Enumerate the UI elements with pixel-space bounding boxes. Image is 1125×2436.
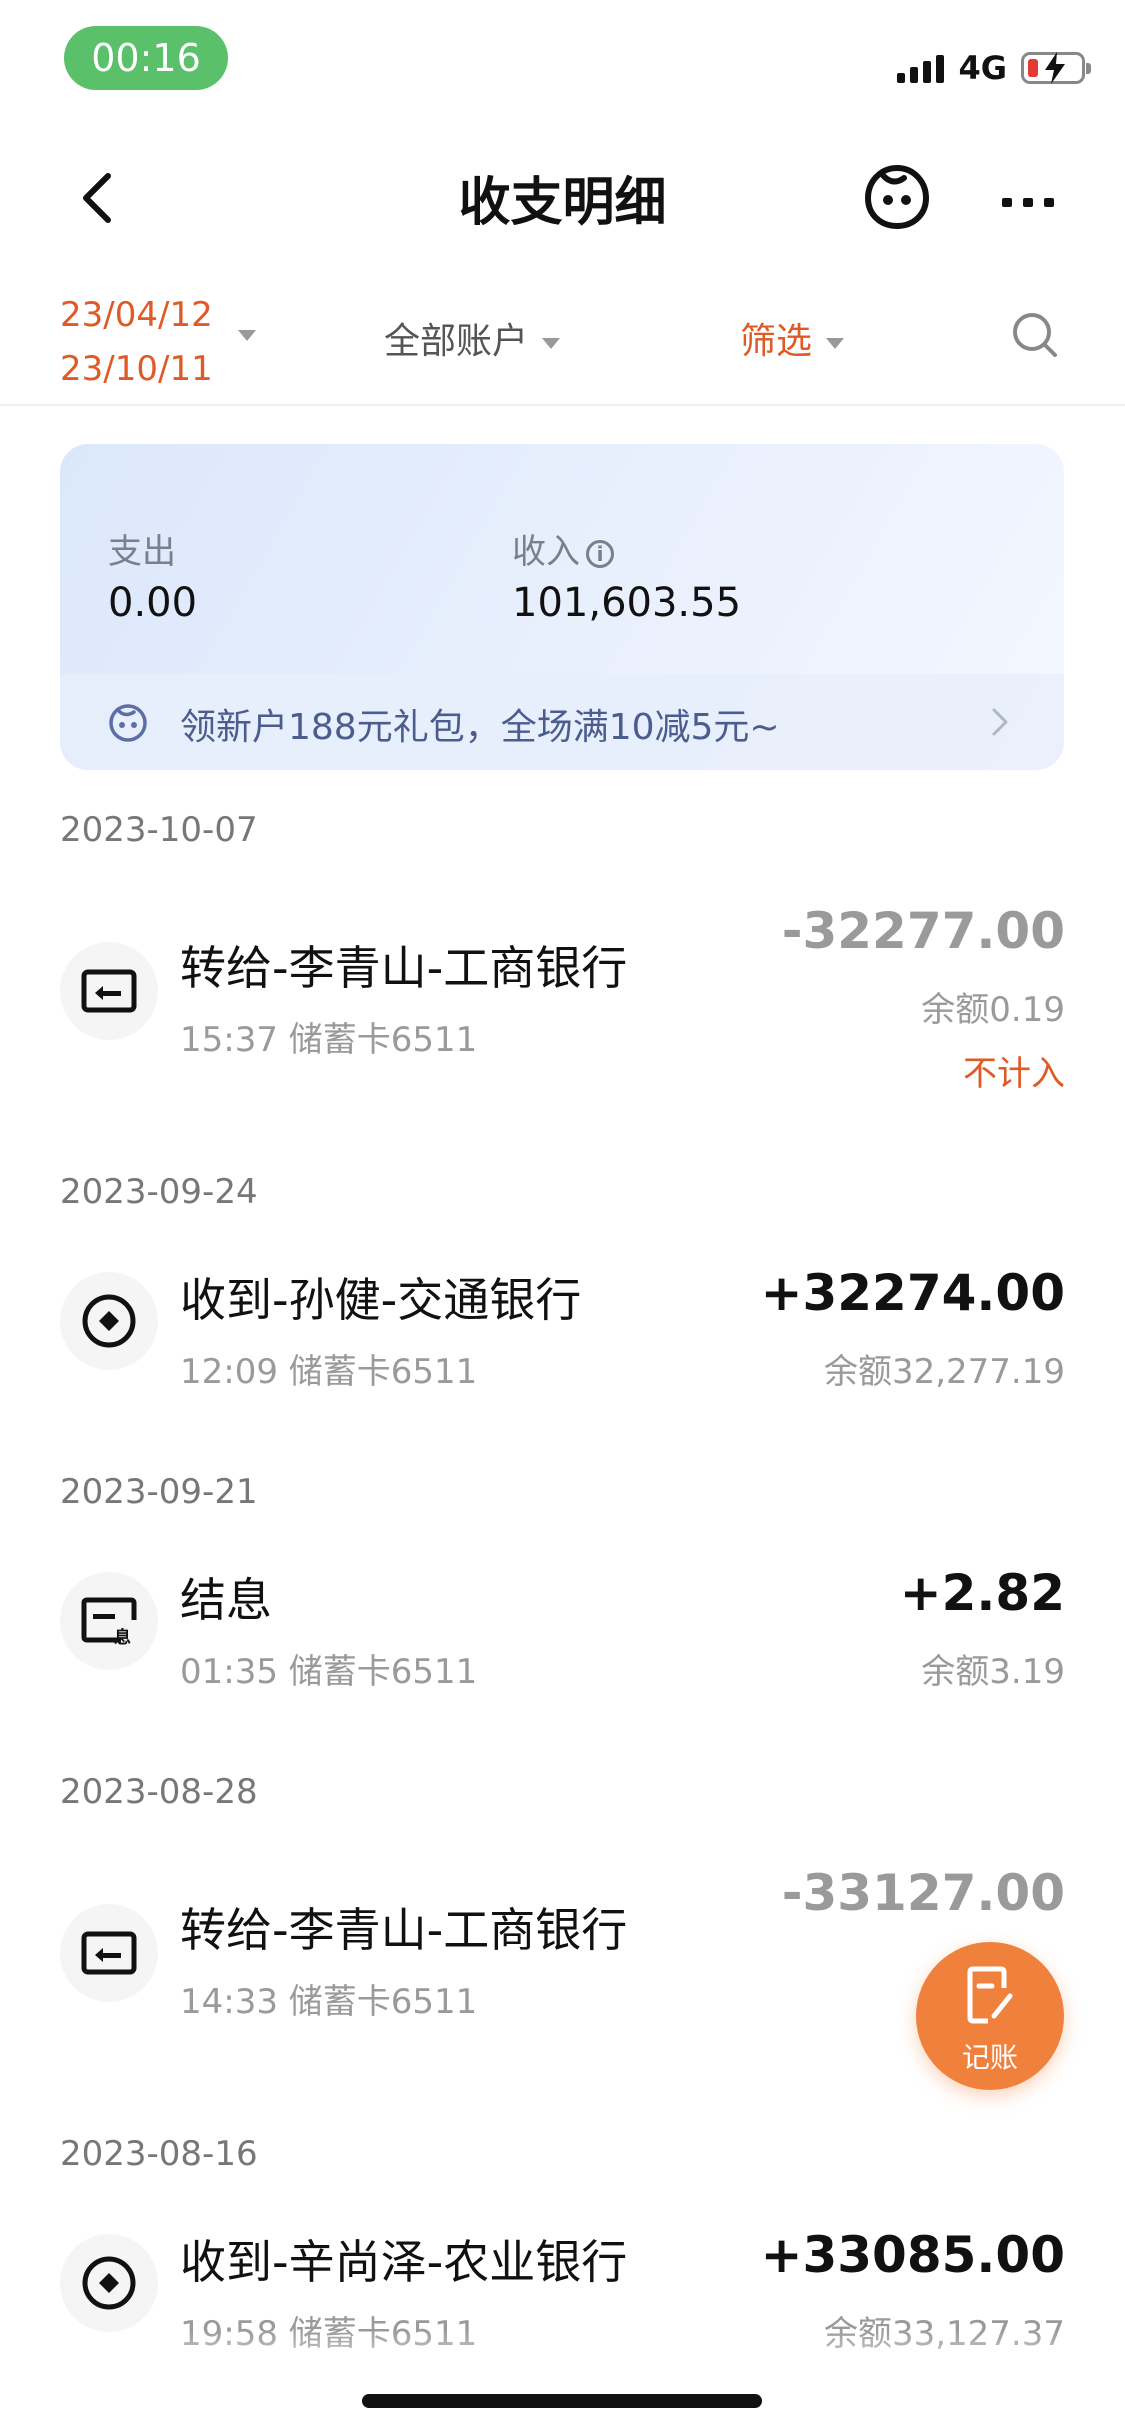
transaction-amount: +32274.00 [760, 1264, 1065, 1322]
income-value: 101,603.55 [512, 580, 742, 626]
transaction-amount: -32277.00 [781, 902, 1065, 960]
assistant-robot-icon [109, 704, 147, 742]
transfer-out-icon [60, 1904, 158, 2002]
info-icon[interactable]: i [586, 540, 614, 568]
date-start: 23/04/12 [60, 295, 213, 335]
income-label: 收入 [512, 532, 580, 572]
transaction-subtitle: 12:09 储蓄卡6511 [180, 1352, 478, 1392]
filter-button[interactable]: 筛选 [740, 312, 845, 364]
transaction-subtitle: 14:33 储蓄卡6511 [180, 1982, 478, 2022]
chevron-down-icon [826, 337, 845, 349]
transaction-title: 收到-孙健-交通银行 [180, 1273, 582, 1327]
page-title: 收支明细 [458, 173, 667, 233]
more-icon[interactable] [996, 170, 1060, 234]
home-indicator[interactable] [362, 2394, 762, 2408]
transaction-title: 结息 [180, 1573, 272, 1627]
promo-banner[interactable]: 领新户188元礼包，全场满10减5元~ [60, 674, 1064, 770]
search-icon[interactable] [1010, 310, 1060, 360]
date-header: 2023-08-28 [60, 1772, 258, 1812]
record-entry-label: 记账 [961, 2041, 1018, 2074]
chevron-down-icon [238, 330, 256, 341]
transfer-out-icon [60, 942, 158, 1040]
transaction-title: 转给-李青山-工商银行 [180, 941, 628, 995]
chevron-right-icon [992, 708, 1008, 736]
transaction-amount: +2.82 [899, 1564, 1065, 1622]
promo-text: 领新户188元礼包，全场满10减5元~ [180, 707, 780, 748]
interest-icon: 息 [60, 1572, 158, 1670]
transaction-title: 收到-辛尚泽-农业银行 [180, 2235, 628, 2289]
chevron-down-icon [542, 337, 561, 349]
transaction-amount: +33085.00 [760, 2226, 1065, 2284]
date-range-selector[interactable]: 23/04/12 23/10/11 [60, 288, 213, 396]
date-header: 2023-08-16 [60, 2134, 258, 2174]
transaction-title: 转给-李青山-工商银行 [180, 1903, 628, 1957]
date-header: 2023-10-07 [60, 810, 258, 850]
transaction-balance: 余额0.19 [921, 990, 1065, 1030]
network-type: 4G [958, 49, 1007, 87]
filter-label: 筛选 [740, 321, 813, 362]
account-selector-label: 全部账户 [384, 321, 529, 362]
date-header: 2023-09-21 [60, 1472, 258, 1512]
status-time: 00:16 [64, 26, 228, 90]
transaction-balance: 余额3.19 [921, 1652, 1065, 1692]
receive-icon [60, 2234, 158, 2332]
filter-bar: 23/04/12 23/10/11 全部账户 筛选 [0, 280, 1125, 406]
expense-label: 支出 [108, 532, 176, 572]
transaction-subtitle: 01:35 储蓄卡6511 [180, 1652, 478, 1692]
date-end: 23/10/11 [60, 349, 213, 389]
summary-card: 支出 0.00 收入 i 101,603.55 领新户188元礼包，全场满10减5… [60, 444, 1064, 770]
expense-value: 0.00 [108, 580, 198, 626]
battery-icon [1021, 52, 1091, 84]
receive-icon [60, 1272, 158, 1370]
svg-text:息: 息 [114, 1627, 131, 1646]
signal-icon [897, 53, 945, 83]
scroll-fade [0, 2330, 1125, 2436]
record-entry-button[interactable]: 记账 [916, 1942, 1064, 2090]
status-indicators: 4G [897, 48, 1091, 88]
assistant-robot-icon[interactable] [860, 160, 934, 234]
transaction-subtitle: 15:37 储蓄卡6511 [180, 1020, 478, 1060]
transaction-amount: -33127.00 [781, 1864, 1065, 1922]
account-selector[interactable]: 全部账户 [384, 312, 561, 364]
date-header: 2023-09-24 [60, 1172, 258, 1212]
income-label-wrap[interactable]: 收入 i [512, 524, 614, 573]
transaction-balance: 余额32,277.19 [823, 1352, 1065, 1392]
excluded-tag: 不计入 [963, 1054, 1065, 1094]
notebook-pen-icon [967, 1966, 1013, 2024]
